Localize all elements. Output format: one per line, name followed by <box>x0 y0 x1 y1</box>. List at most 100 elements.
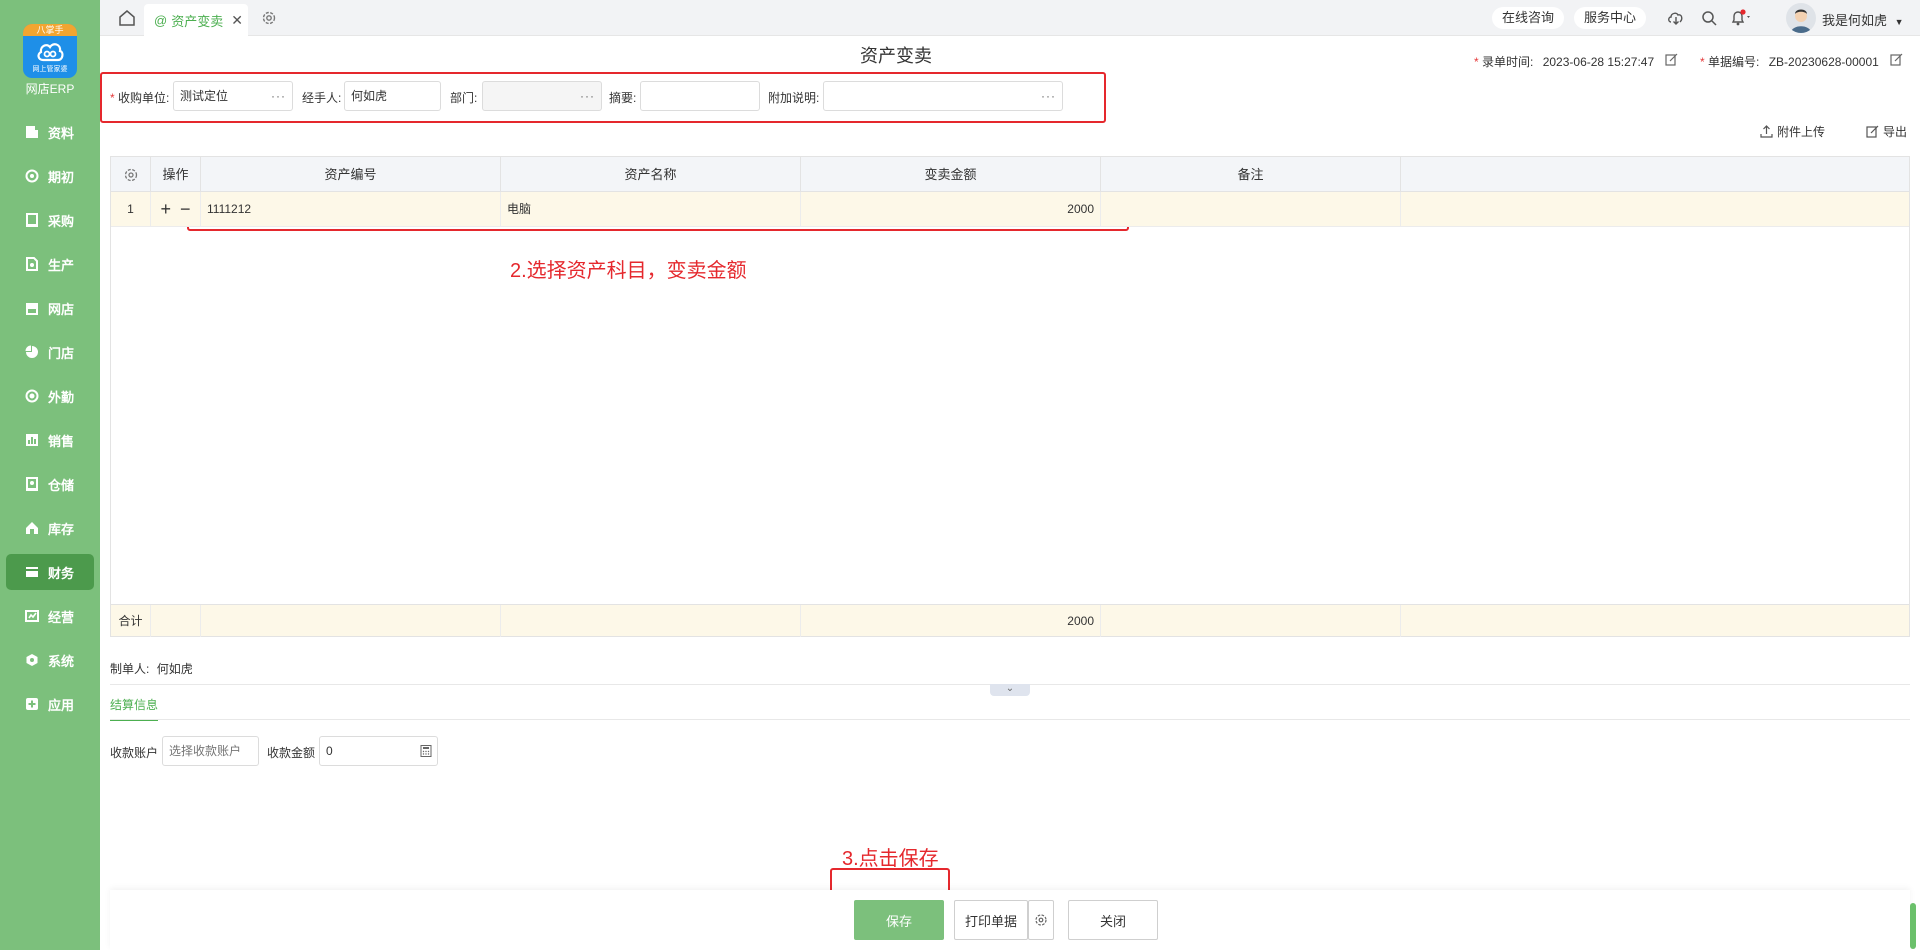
edit-icon[interactable] <box>1665 53 1678 66</box>
document-maker: 制单人: 何如虎 <box>110 660 193 677</box>
edit-icon[interactable] <box>1890 53 1903 66</box>
app-name: 网店ERP <box>25 82 75 96</box>
cell-name[interactable]: 电脑 <box>501 192 801 227</box>
header-remark[interactable]: 备注 <box>1101 157 1401 192</box>
shop-icon <box>24 300 40 316</box>
row-ops: + − <box>151 192 201 227</box>
home-icon[interactable] <box>118 9 136 27</box>
account-label: 收款账户 <box>110 746 159 760</box>
purchase-icon <box>24 212 40 228</box>
save-button[interactable]: 保存 <box>854 900 944 940</box>
app-logo[interactable]: 八掌手 网上管家婆 <box>23 24 77 78</box>
clock-icon <box>24 168 40 184</box>
account-input[interactable] <box>162 736 259 766</box>
annotation-step3: 3.点击保存 <box>842 848 939 870</box>
user-menu[interactable]: 我是何如虎 ▼ <box>1822 10 1904 29</box>
header-amount[interactable]: 变卖金额 <box>801 157 1101 192</box>
sidebar-item-label: 应用 <box>48 697 75 713</box>
sidebar-item-label: 系统 <box>48 653 75 669</box>
remove-row-icon[interactable]: − <box>180 199 191 219</box>
attachment-upload-button[interactable]: 附件上传 <box>1760 123 1825 140</box>
sidebar-item-label: 采购 <box>48 213 75 229</box>
sidebar-item-finance[interactable]: 财务 <box>6 554 94 590</box>
annotation-box-header <box>100 72 1106 123</box>
entry-time-value: 2023-06-28 15:27:47 <box>1542 55 1655 69</box>
amount-input[interactable]: 0 <box>319 736 438 766</box>
cell-amount[interactable]: 2000 <box>801 192 1101 227</box>
sidebar-item-online-shop[interactable]: 网店 <box>6 290 94 326</box>
cell-code[interactable]: 1111212 <box>201 192 501 227</box>
bell-icon[interactable] <box>1730 9 1754 27</box>
required-mark: * <box>1700 55 1705 69</box>
sidebar-item-production[interactable]: 生产 <box>6 246 94 282</box>
close-button[interactable]: 关闭 <box>1068 900 1158 940</box>
logo-subtitle: 网上管家婆 <box>32 66 68 73</box>
tab-settlement[interactable]: 结算信息 <box>110 696 159 721</box>
sidebar-item-apps[interactable]: 应用 <box>6 686 94 722</box>
print-settings-button[interactable] <box>1028 900 1054 940</box>
sidebar-item-warehouse[interactable]: 仓储 <box>6 466 94 502</box>
asset-grid: 操作 资产编号 资产名称 变卖金额 备注 1 + − 1111212 电脑 20… <box>110 156 1910 637</box>
doc-number-label: 单据编号: <box>1708 55 1760 69</box>
maker-name: 何如虎 <box>156 662 193 676</box>
sidebar-item-label: 资料 <box>48 125 75 141</box>
sidebar-item-field[interactable]: 外勤 <box>6 378 94 414</box>
sidebar-item-label: 门店 <box>48 345 75 361</box>
grid-header: 操作 资产编号 资产名称 变卖金额 备注 <box>111 157 1909 192</box>
total-remark <box>1101 605 1401 637</box>
sidebar-item-system[interactable]: 系统 <box>6 642 94 678</box>
sidebar-item-purchase[interactable]: 采购 <box>6 202 94 238</box>
add-row-icon[interactable]: + <box>160 199 171 219</box>
calculator-icon[interactable] <box>420 745 432 757</box>
username-label: 我是何如虎 <box>1822 13 1888 28</box>
sidebar-item-sales[interactable]: 销售 <box>6 422 94 458</box>
cloud-download-icon[interactable] <box>1667 9 1685 27</box>
total-op <box>151 605 201 637</box>
export-label: 导出 <box>1883 125 1908 139</box>
table-row[interactable]: 1 + − 1111212 电脑 2000 <box>111 192 1909 227</box>
cell-remark[interactable] <box>1101 192 1401 227</box>
sidebar-item-label: 期初 <box>48 169 75 185</box>
column-settings[interactable] <box>111 157 151 192</box>
inventory-home-icon <box>24 520 40 536</box>
sidebar-item-label: 销售 <box>48 433 75 449</box>
export-icon <box>1866 125 1879 138</box>
sidebar-item-label: 生产 <box>48 257 75 273</box>
sidebar-item-data[interactable]: 资料 <box>6 114 94 150</box>
tab-label: 资产变卖 <box>171 13 224 29</box>
search-icon[interactable] <box>1700 9 1718 27</box>
entry-time-label: 录单时间: <box>1482 55 1534 69</box>
action-bar: 保存 打印单据 关闭 <box>110 890 1910 950</box>
header-code[interactable]: 资产编号 <box>201 157 501 192</box>
service-center-button[interactable]: 服务中心 <box>1574 7 1647 29</box>
online-consult-button[interactable]: 在线咨询 <box>1492 7 1565 29</box>
total-code <box>201 605 501 637</box>
sidebar-item-label: 网店 <box>48 301 75 317</box>
gear-icon[interactable] <box>260 9 278 27</box>
row-index: 1 <box>111 192 151 227</box>
tab-asset-sale[interactable]: @ 资产变卖 ✕ <box>144 4 248 36</box>
doc-number: * 单据编号: ZB-20230628-00001 <box>1700 53 1879 70</box>
sidebar-item-store[interactable]: 门店 <box>6 334 94 370</box>
avatar[interactable] <box>1786 3 1816 33</box>
business-icon <box>24 608 40 624</box>
maker-label: 制单人: <box>110 662 150 676</box>
sidebar-item-label: 仓储 <box>48 477 75 493</box>
sidebar-item-label: 库存 <box>48 521 75 537</box>
export-button[interactable]: 导出 <box>1866 123 1907 140</box>
entry-time: * 录单时间: 2023-06-28 15:27:47 <box>1474 53 1654 70</box>
sidebar: 八掌手 网上管家婆 网店ERP 资料 期初 采购 生产 网店 门店 外勤 销售 <box>0 0 100 950</box>
required-mark: * <box>1474 55 1479 69</box>
sidebar-item-inventory[interactable]: 库存 <box>6 510 94 546</box>
divider <box>110 719 1910 720</box>
close-icon[interactable]: ✕ <box>231 12 243 29</box>
total-row: 合计 2000 <box>111 604 1909 637</box>
sidebar-item-opening[interactable]: 期初 <box>6 158 94 194</box>
upload-label: 附件上传 <box>1777 125 1826 139</box>
header-name[interactable]: 资产名称 <box>501 157 801 192</box>
sidebar-item-business[interactable]: 经营 <box>6 598 94 634</box>
print-button[interactable]: 打印单据 <box>954 900 1028 940</box>
collapse-toggle[interactable]: ⌄ <box>990 684 1030 696</box>
production-icon <box>24 256 40 272</box>
scrollbar[interactable] <box>1910 903 1916 949</box>
